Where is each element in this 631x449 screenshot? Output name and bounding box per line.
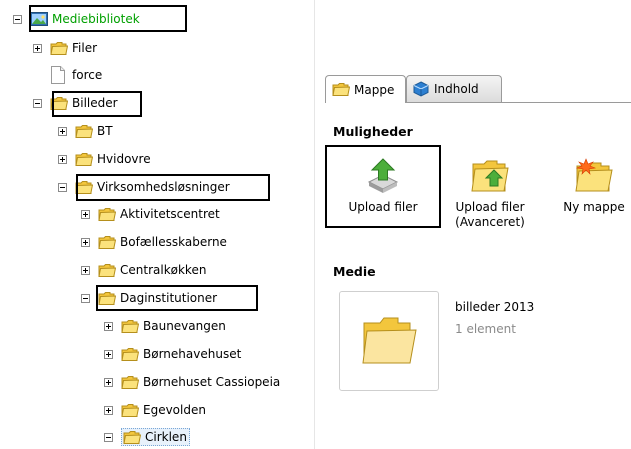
tree-item-label: BT: [97, 124, 113, 138]
upload-advanced-label-line1: Upload filer: [455, 200, 525, 214]
tree-item-cirklen[interactable]: Cirklen: [104, 427, 190, 447]
tree-item-label: Hvidovre: [97, 152, 151, 166]
section-heading-muligheder: Muligheder: [333, 124, 413, 139]
tree-item-label: Aktivitetscentret: [120, 207, 220, 221]
expand-toggle-icon[interactable]: [104, 349, 113, 359]
tree-item-label: Bofællesskaberne: [120, 235, 227, 249]
expand-toggle-icon[interactable]: [104, 377, 113, 387]
new-folder-label: Ny mappe: [563, 200, 625, 214]
highlight-box: [29, 5, 187, 32]
tree-item-centralkokken[interactable]: Centralkøkken: [81, 260, 206, 280]
tab-indhold[interactable]: Indhold: [406, 75, 502, 102]
folder-icon: [121, 403, 139, 418]
tree-item-bornehavehuset[interactable]: Børnehavehuset: [104, 344, 241, 364]
tab-mappe[interactable]: Mappe: [325, 75, 406, 103]
tree-item-baunevangen[interactable]: Baunevangen: [104, 316, 226, 336]
folder-icon: [75, 124, 93, 139]
folder-icon: [50, 41, 68, 56]
tree-item-label: Baunevangen: [143, 319, 226, 333]
expand-toggle-icon[interactable]: [104, 321, 113, 331]
upload-arrow-icon: [367, 158, 399, 193]
expand-toggle-icon[interactable]: [58, 126, 67, 136]
new-folder-button[interactable]: Ny mappe: [557, 158, 631, 215]
folder-icon: [121, 319, 139, 334]
section-heading-medie: Medie: [333, 264, 376, 279]
folder-icon: [75, 152, 93, 167]
expand-toggle-icon[interactable]: [104, 405, 113, 415]
document-icon: [51, 66, 65, 84]
folder-icon: [121, 375, 139, 390]
tree-item-label: Egevolden: [143, 403, 206, 417]
tree-item-force[interactable]: force: [50, 65, 102, 85]
folder-icon: [123, 430, 141, 445]
highlight-box: [96, 285, 258, 311]
tab-label: Mappe: [354, 82, 395, 97]
new-folder-icon: [575, 158, 613, 192]
folder-upload-icon: [471, 160, 509, 192]
tree-item-label: Cirklen: [145, 430, 187, 444]
cube-icon: [413, 81, 429, 97]
folder-icon: [98, 235, 116, 250]
folder-icon: [121, 347, 139, 362]
media-item-name[interactable]: billeder 2013: [455, 300, 534, 314]
expand-toggle-icon[interactable]: [33, 43, 42, 53]
upload-advanced-label-line2: (Avanceret): [455, 215, 525, 229]
upload-files-advanced-button[interactable]: Upload filer (Avanceret): [447, 158, 533, 230]
tree-item-aktivitetscentret[interactable]: Aktivitetscentret: [81, 204, 220, 224]
panel-divider: [314, 0, 315, 449]
folder-icon: [362, 317, 417, 364]
tree-item-label: force: [72, 68, 103, 82]
collapse-toggle-icon[interactable]: [58, 182, 67, 192]
upload-files-label: Upload filer: [348, 200, 418, 214]
tree-item-hvidovre[interactable]: Hvidovre: [58, 149, 151, 169]
tab-label: Indhold: [434, 82, 479, 96]
tree-item-egevolden[interactable]: Egevolden: [104, 400, 206, 420]
upload-files-button[interactable]: Upload filer: [332, 158, 434, 215]
expand-toggle-icon[interactable]: [81, 209, 90, 219]
collapse-toggle-icon[interactable]: [13, 14, 22, 24]
expand-toggle-icon[interactable]: [81, 265, 90, 275]
highlight-box: [52, 91, 142, 117]
expand-toggle-icon[interactable]: [58, 154, 67, 164]
tree-item-label: Børnehuset Cassiopeia: [143, 375, 281, 389]
collapse-toggle-icon[interactable]: [81, 293, 90, 303]
tree-item-bornehuset-cassiopeia[interactable]: Børnehuset Cassiopeia: [104, 372, 280, 392]
tree-item-label: Filer: [72, 41, 98, 55]
collapse-toggle-icon[interactable]: [33, 98, 42, 108]
expand-toggle-icon[interactable]: [81, 237, 90, 247]
media-item-count: 1 element: [455, 322, 516, 336]
collapse-toggle-icon[interactable]: [104, 432, 113, 442]
folder-icon: [98, 263, 116, 278]
highlight-box: [76, 174, 270, 201]
folder-icon: [332, 82, 350, 97]
media-item-thumbnail[interactable]: [339, 291, 439, 391]
folder-icon: [98, 207, 116, 222]
tree-item-label: Centralkøkken: [120, 263, 207, 277]
selected-item-highlight: Cirklen: [121, 428, 190, 446]
tree-item-label: Børnehavehuset: [143, 347, 242, 361]
tree-item-filer[interactable]: Filer: [33, 38, 97, 58]
tab-bar: Mappe Indhold: [325, 75, 631, 119]
tree-item-bt[interactable]: BT: [58, 121, 113, 141]
tree-item-bofaellesskaberne[interactable]: Bofællesskaberne: [81, 232, 227, 252]
